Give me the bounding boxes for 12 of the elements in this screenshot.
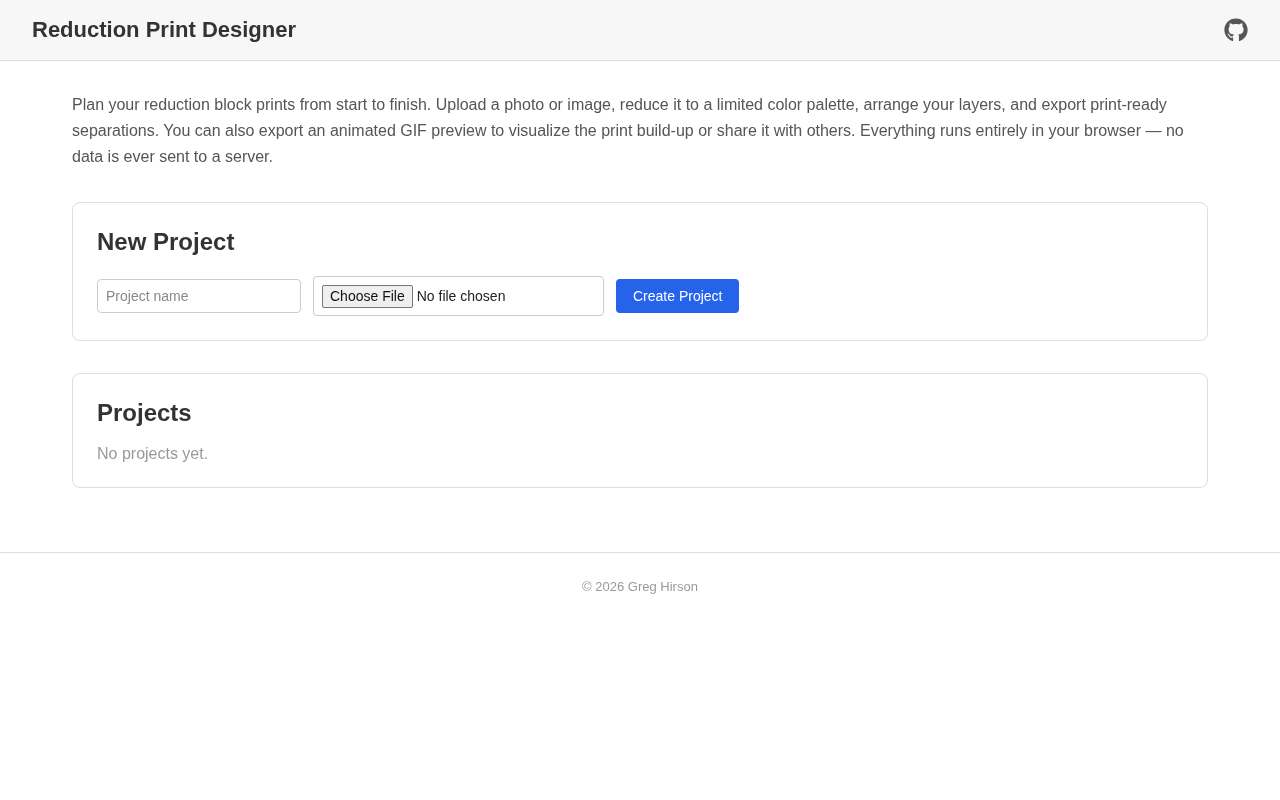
github-icon[interactable] — [1224, 18, 1248, 42]
file-status-text: No file chosen — [416, 288, 506, 304]
create-project-button[interactable]: Create Project — [616, 279, 740, 313]
file-picker[interactable]: Choose File No file chosen — [313, 276, 604, 316]
app-title: Reduction Print Designer — [32, 17, 297, 43]
empty-message: No projects yet. — [97, 445, 210, 463]
copyright-text: © 2026 Greg Hirson — [582, 579, 698, 594]
intro-text: Plan your reduction block prints from start to finish. Upload a photo or image, reduce it to a limited color palette, arrange your layers, and export print-ready separations. You can also export an animated GIF preview to visualize the print build-up or share it with others. Everything runs entirely in your browser — no data is ever sent to a server. — [72, 95, 1185, 167]
choose-file-button[interactable]: Choose File — [322, 284, 413, 308]
card-heading: New Project — [97, 227, 236, 256]
project-name-field[interactable]: Project name — [97, 279, 301, 313]
card-heading: Projects — [97, 398, 193, 427]
